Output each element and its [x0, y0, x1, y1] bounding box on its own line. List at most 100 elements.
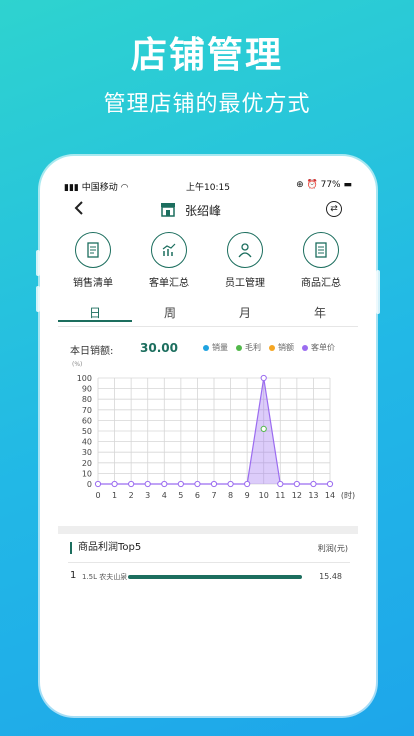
- menu-item-product-summary[interactable]: 商品汇总: [286, 232, 356, 289]
- store-icon: [161, 203, 175, 217]
- data-point: [111, 480, 118, 488]
- status-bar: ▮▮▮ 中国移动 ◠ 上午10:15 ⊕ ⏰ 77% ▬: [40, 156, 376, 193]
- x-tick-label: 7: [211, 491, 216, 500]
- customer-summary-icon: [151, 232, 187, 268]
- promo-title: 店铺管理: [130, 35, 283, 76]
- status-left: ▮▮▮ 中国移动 ◠: [64, 180, 128, 193]
- x-tick-label: 5: [178, 491, 183, 500]
- x-tick-label: 9: [245, 491, 250, 500]
- sales-list-icon: [75, 232, 111, 268]
- lock-icon: ⊕: [296, 180, 304, 190]
- signal-icon: ▮▮▮: [64, 183, 79, 193]
- status-right: ⊕ ⏰ 77% ▬: [296, 180, 352, 190]
- data-point: [227, 480, 234, 488]
- y-tick-label: 100: [77, 374, 92, 383]
- quick-menu: 销售清单 客单汇总 员工管理 商品汇总: [58, 232, 358, 296]
- tab-label: 周: [163, 306, 176, 320]
- tab-active-indicator: [58, 320, 132, 322]
- legend-item[interactable]: 客单价: [302, 342, 335, 353]
- x-tick-label: 0: [95, 491, 100, 500]
- menu-item-customer-summary[interactable]: 客单汇总: [134, 232, 204, 289]
- hourly-chart: (%)01020304050607080901000 1 2 3 4 5 6 7 8 9 10 11 1…: [72, 361, 355, 500]
- y-tick-label: 80: [82, 395, 92, 404]
- tab-label: 月: [238, 306, 251, 320]
- product-rank: 1: [70, 570, 77, 581]
- x-tick-label: 4: [162, 491, 167, 500]
- battery-label: 77%: [320, 180, 341, 190]
- x-tick-label: 11: [275, 491, 285, 500]
- legend-dot: [236, 344, 242, 351]
- menu-item-label: 员工管理: [225, 278, 265, 289]
- data-point: [277, 480, 284, 488]
- tab-label: 年: [313, 306, 326, 320]
- staff-icon: [227, 232, 263, 268]
- data-point: [161, 480, 168, 488]
- promo-subtitle: 管理店铺的最优方式: [103, 92, 311, 117]
- tab-day[interactable]: 日: [58, 304, 132, 322]
- top5-panel: 商品利润Top5 利润(元) 1 1.5L 农夫山泉 15.48: [58, 540, 358, 610]
- y-tick-label: 20: [82, 459, 92, 468]
- top5-divider: [68, 562, 350, 563]
- battery-icon: ▬: [343, 180, 352, 190]
- legend-label: 毛利: [245, 343, 261, 352]
- x-tick-label: 8: [228, 491, 233, 500]
- carrier-label: 中国移动: [81, 183, 118, 193]
- phone-side-button: [376, 270, 380, 314]
- legend-item[interactable]: 销量: [203, 342, 228, 353]
- top5-title: 商品利润Top5: [70, 542, 141, 554]
- x-tick-label: 1: [112, 491, 117, 500]
- y-tick-label: 90: [82, 385, 92, 394]
- y-tick-label: 60: [82, 416, 92, 425]
- x-tick-label: 10: [259, 491, 269, 500]
- tab-year[interactable]: 年: [283, 304, 357, 321]
- swap-icon[interactable]: ⇄: [326, 201, 342, 217]
- y-tick-label: 0: [87, 480, 92, 489]
- daily-sales-value: 30.00: [140, 341, 178, 355]
- section-divider: [58, 526, 358, 534]
- data-point: [177, 480, 184, 488]
- profit-bar: [128, 575, 302, 579]
- y-tick-label: 50: [82, 427, 92, 436]
- data-point: [293, 480, 300, 488]
- menu-item-sales-list[interactable]: 销售清单: [58, 232, 128, 289]
- store-owner-name: 张绍峰: [185, 204, 222, 218]
- daily-sales-label: 本日销额:: [70, 346, 114, 357]
- menu-item-staff[interactable]: 员工管理: [210, 232, 280, 289]
- back-button[interactable]: [74, 200, 84, 219]
- chart-legend: 销量 毛利 销额 客单价: [203, 342, 335, 353]
- x-tick-label: 2: [129, 491, 134, 500]
- data-point: [144, 480, 151, 488]
- list-item[interactable]: 1 1.5L 农夫山泉 15.48: [70, 570, 356, 586]
- x-tick-label: 6: [195, 491, 200, 500]
- menu-item-label: 销售清单: [73, 278, 113, 289]
- legend-dot: [302, 344, 308, 351]
- phone-screen: ▮▮▮ 中国移动 ◠ 上午10:15 ⊕ ⏰ 77% ▬ 张绍峰 ⇄ 销售清单 …: [40, 156, 376, 716]
- data-point: [244, 480, 251, 488]
- y-tick-label: 40: [82, 438, 92, 447]
- alarm-icon: ⏰: [306, 180, 318, 190]
- data-point: [194, 480, 201, 488]
- menu-item-label: 商品汇总: [301, 278, 341, 289]
- tab-label: 日: [88, 306, 101, 320]
- product-profit: 15.48: [319, 572, 342, 581]
- legend-dot: [269, 344, 275, 351]
- y-unit-label: (%): [72, 361, 82, 368]
- data-point: [94, 480, 102, 488]
- y-tick-label: 70: [82, 406, 92, 415]
- nav-bar: 张绍峰 ⇄: [40, 196, 376, 226]
- legend-item[interactable]: 毛利: [236, 342, 261, 353]
- sales-chart-panel: 本日销额: 30.00 销量 毛利 销额 客单价 (%) 0 10 20 30 40 50 6…: [58, 332, 358, 522]
- data-point: [260, 374, 267, 382]
- product-name: 1.5L 农夫山泉: [82, 573, 128, 581]
- data-point: [310, 480, 317, 488]
- menu-item-label: 客单汇总: [149, 278, 189, 289]
- legend-item[interactable]: 销额: [269, 342, 294, 353]
- x-tick-label: 14: [325, 491, 335, 500]
- data-point: [260, 425, 267, 432]
- tab-week[interactable]: 周: [133, 304, 207, 321]
- data-point: [128, 480, 135, 488]
- legend-label: 销量: [212, 343, 228, 352]
- chevron-left-icon: [74, 201, 83, 215]
- x-tick-label: 13: [308, 491, 318, 500]
- tab-month[interactable]: 月: [208, 304, 282, 321]
